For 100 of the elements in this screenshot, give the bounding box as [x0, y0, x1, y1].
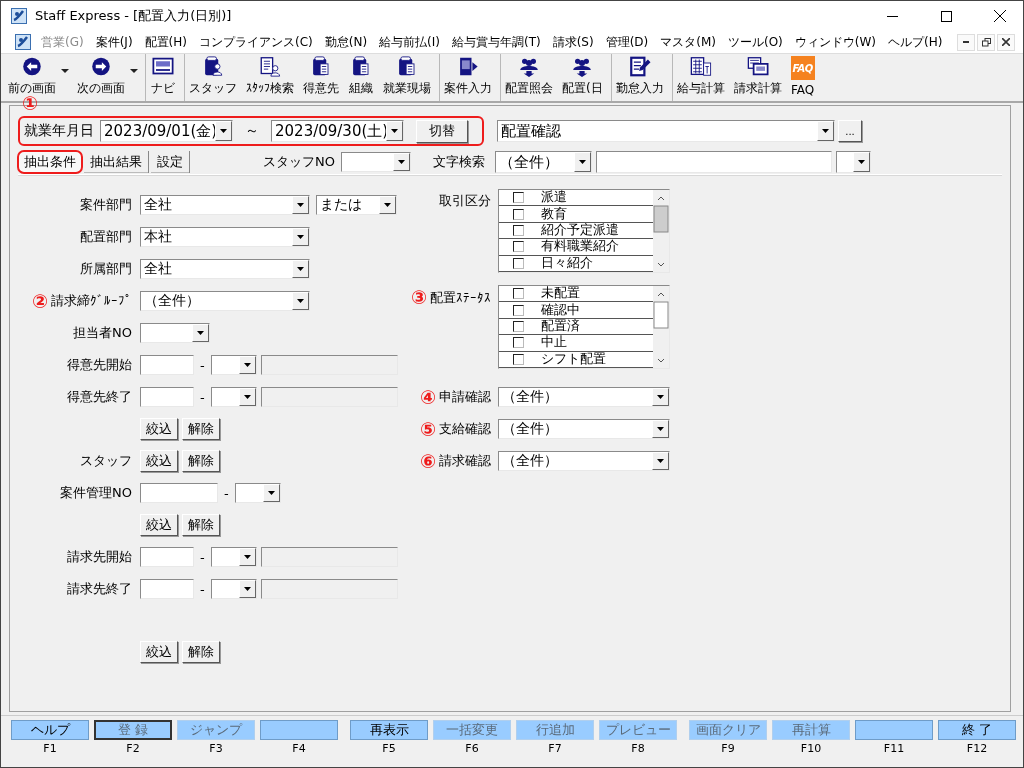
tab[interactable]: 抽出条件 — [18, 151, 82, 173]
menu-item[interactable]: 給与前払(I) — [373, 33, 446, 51]
checkbox[interactable] — [513, 304, 524, 316]
menu-item[interactable]: 勤怠(N) — [318, 33, 374, 51]
select-field[interactable]: （全件） — [494, 151, 592, 173]
search-field[interactable] — [595, 151, 832, 173]
input-field[interactable] — [260, 387, 398, 407]
checkbox[interactable] — [513, 320, 524, 332]
select-field[interactable]: （全件） — [498, 451, 670, 471]
filter-button[interactable]: 絞込 — [140, 418, 178, 440]
input-field[interactable] — [140, 355, 194, 375]
field-label: 就業年月日 — [24, 122, 94, 140]
input-field[interactable] — [140, 579, 194, 599]
menu-item[interactable]: 管理(D) — [599, 33, 655, 51]
select-field[interactable] — [210, 579, 257, 599]
menu-item[interactable]: 配置(H) — [138, 33, 193, 51]
function-key-button[interactable]: 終 了 — [938, 720, 1016, 740]
select-field[interactable]: （全件） — [498, 419, 670, 439]
input-field[interactable] — [140, 547, 194, 567]
toolbar-button[interactable]: 組織 — [343, 54, 378, 101]
toolbar-button[interactable]: 請求計算 — [728, 54, 786, 101]
select-field[interactable]: 本社 — [140, 227, 310, 247]
select-field[interactable] — [234, 483, 281, 503]
checkbox[interactable] — [513, 288, 524, 300]
select-field[interactable] — [210, 387, 257, 407]
select-field[interactable]: 2023/09/01(金) — [100, 120, 233, 142]
select-field[interactable] — [835, 151, 871, 173]
clear-button[interactable]: 解除 — [182, 418, 220, 440]
scrollbar[interactable] — [653, 286, 669, 368]
scrollbar[interactable] — [653, 190, 669, 272]
list-item[interactable]: 日々紹介 — [499, 255, 653, 272]
list-item[interactable]: 未配置 — [499, 286, 653, 303]
filter-button[interactable]: 絞込 — [140, 450, 178, 472]
menu-item[interactable]: ツール(O) — [722, 33, 789, 51]
tab[interactable]: 抽出結果 — [84, 151, 149, 173]
select-field[interactable]: または — [316, 195, 397, 215]
menu-item[interactable]: ウィンドウ(W) — [788, 33, 883, 51]
menu-item[interactable]: コンプライアンス(C) — [192, 33, 319, 51]
list-item[interactable]: 派遣 — [499, 190, 653, 207]
toolbar-button[interactable]: ナビ — [145, 54, 180, 101]
checkbox[interactable] — [513, 257, 524, 269]
select-field[interactable]: 全社 — [140, 195, 310, 215]
input-field[interactable] — [260, 355, 398, 375]
select-field[interactable]: 2023/09/30(土) — [271, 120, 404, 142]
clear-button[interactable]: 解除 — [182, 450, 220, 472]
toolbar-button[interactable]: 配置(日 — [557, 54, 607, 101]
menu-item[interactable]: 請求(S) — [546, 33, 600, 51]
toolbar-button[interactable]: 就業現場 — [378, 54, 435, 101]
input-field[interactable] — [260, 579, 398, 599]
input-field[interactable] — [140, 483, 218, 503]
select-field[interactable] — [210, 547, 257, 567]
select-field[interactable]: （全件） — [498, 387, 670, 407]
toolbar-button[interactable]: FAQ FAQ — [785, 54, 819, 101]
toolbar-button[interactable]: 配置照会 — [500, 54, 557, 101]
list-item[interactable]: 中止 — [499, 335, 653, 352]
menu-item[interactable]: ヘルプ(H) — [882, 33, 949, 51]
function-key-button[interactable]: 再表示 — [350, 720, 428, 740]
toolbar-button[interactable]: 給与計算 — [671, 54, 729, 101]
list-item[interactable]: 教育 — [499, 206, 653, 223]
toolbar-button[interactable]: 次の画面 — [72, 54, 139, 101]
checkbox-list[interactable]: 派遣 教育 紹介予定派遣 有料職業紹介 日々紹介 — [498, 189, 670, 273]
list-item[interactable]: 配置済 — [499, 318, 653, 336]
select-field[interactable]: 配置確認 — [497, 120, 835, 142]
clear-button[interactable]: 解除 — [182, 514, 220, 536]
list-item[interactable]: 確認中 — [499, 302, 653, 319]
select-field[interactable] — [140, 323, 210, 343]
more-button[interactable]: ... — [838, 120, 862, 142]
checkbox[interactable] — [513, 241, 524, 253]
toolbar-button[interactable]: 勤怠入力 — [610, 54, 668, 101]
restore-button[interactable] — [977, 33, 995, 51]
function-key-button[interactable]: ヘルプ — [11, 720, 89, 740]
filter-button[interactable]: 絞込 — [140, 514, 178, 536]
checkbox[interactable] — [513, 353, 524, 365]
toolbar-button[interactable]: ｽﾀｯﾌ検索 — [241, 54, 298, 101]
select-field[interactable]: （全件） — [140, 291, 310, 311]
checkbox[interactable] — [513, 224, 524, 236]
select-field[interactable] — [340, 152, 411, 172]
input-field[interactable] — [260, 547, 398, 567]
input-field[interactable] — [140, 387, 194, 407]
close-button[interactable] — [997, 33, 1015, 51]
toolbar-button[interactable]: 得意先 — [298, 54, 343, 101]
clear-button[interactable]: 解除 — [182, 641, 220, 663]
tab[interactable]: 設定 — [151, 151, 190, 173]
list-item[interactable]: 有料職業紹介 — [499, 239, 653, 256]
menu-item[interactable]: 案件(J) — [89, 33, 139, 51]
menu-item[interactable]: マスタ(M) — [654, 33, 722, 51]
toolbar-button[interactable]: 案件入力 — [439, 54, 496, 101]
list-item[interactable]: 紹介予定派遣 — [499, 222, 653, 240]
select-field[interactable]: 全社 — [140, 259, 310, 279]
checkbox-list[interactable]: 未配置 確認中 配置済 中止 シフト配置 — [498, 285, 670, 369]
checkbox[interactable] — [513, 208, 524, 220]
checkbox[interactable] — [513, 337, 524, 349]
select-field[interactable] — [210, 355, 257, 375]
filter-button[interactable]: 絞込 — [140, 641, 178, 663]
minimize-button[interactable] — [957, 33, 975, 51]
checkbox[interactable] — [513, 192, 524, 204]
toolbar-button[interactable]: スタッフ — [184, 54, 241, 101]
switch-button[interactable]: 切替 — [416, 119, 468, 143]
list-item[interactable]: シフト配置 — [499, 351, 653, 368]
menu-item[interactable]: 給与賞与年調(T) — [445, 33, 547, 51]
